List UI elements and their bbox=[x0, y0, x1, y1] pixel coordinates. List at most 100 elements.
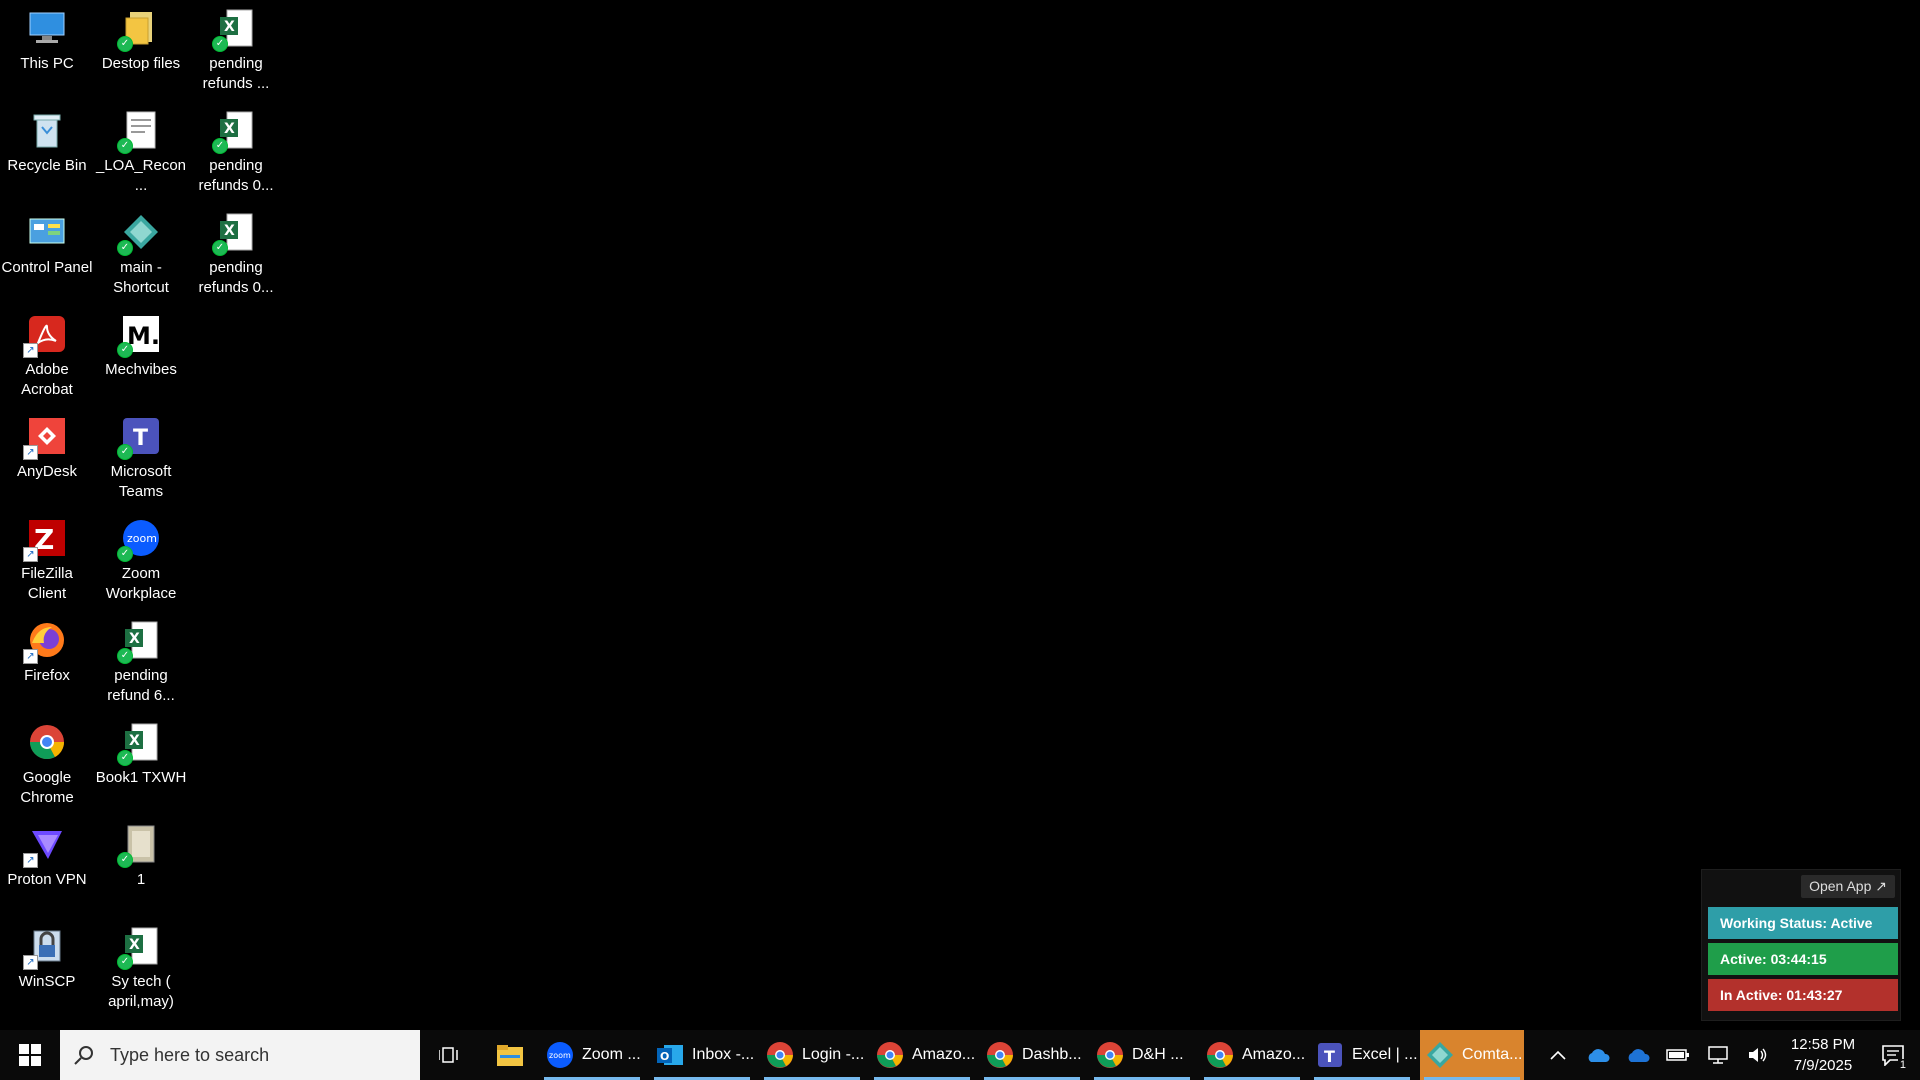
chrome-icon bbox=[986, 1041, 1014, 1069]
desktop-icon-book1-txwh[interactable]: X ✓ Book1 TXWH bbox=[94, 714, 188, 814]
excel-icon: X ✓ bbox=[117, 926, 161, 970]
desktop-icon-firefox[interactable]: ↗ Firefox bbox=[0, 612, 94, 712]
computer-icon bbox=[27, 8, 67, 48]
excel-icon: X ✓ bbox=[212, 110, 256, 154]
chrome-icon bbox=[27, 722, 67, 762]
show-hidden-icons-button[interactable] bbox=[1538, 1030, 1578, 1080]
desktop-icon-recycle-bin[interactable]: Recycle Bin bbox=[0, 102, 94, 202]
sync-check-icon: ✓ bbox=[117, 240, 133, 256]
shortcut-arrow-icon: ↗ bbox=[23, 649, 38, 664]
shortcut-arrow-icon: ↗ bbox=[23, 343, 38, 358]
excel-icon: X ✓ bbox=[212, 212, 256, 256]
sync-check-icon: ✓ bbox=[117, 954, 133, 970]
svg-text:O: O bbox=[660, 1050, 669, 1063]
battery-button[interactable] bbox=[1658, 1030, 1698, 1080]
diamond-app-icon: ✓ bbox=[117, 212, 161, 256]
filezilla-icon: Z ↗ bbox=[23, 518, 67, 562]
desktop-icon-mechvibes[interactable]: M. ✓ Mechvibes bbox=[94, 306, 188, 406]
taskbar-search-box[interactable] bbox=[60, 1030, 420, 1080]
onedrive-cloud-icon bbox=[1628, 1049, 1650, 1062]
desktop-icon-main-shortcut[interactable]: ✓ main - Shortcut bbox=[94, 204, 188, 304]
outlook-icon: O bbox=[656, 1041, 684, 1069]
volume-button[interactable] bbox=[1738, 1030, 1778, 1080]
desktop-icon-anydesk[interactable]: ↗ AnyDesk bbox=[0, 408, 94, 508]
document-icon: ✓ bbox=[117, 110, 161, 154]
shortcut-arrow-icon: ↗ bbox=[23, 445, 38, 460]
taskbar-app-chrome-dh[interactable]: D&H ... bbox=[1090, 1030, 1194, 1080]
desktop-icon-pending-refunds-3[interactable]: X ✓ pending refunds 0... bbox=[189, 204, 283, 304]
desktop-icon-1[interactable]: ✓ 1 bbox=[94, 816, 188, 916]
svg-text:X: X bbox=[224, 223, 235, 239]
task-view-icon bbox=[439, 1047, 458, 1063]
taskbar-app-teams-excel[interactable]: T Excel | ... bbox=[1310, 1030, 1418, 1080]
taskbar-app-outlook[interactable]: O Inbox -... bbox=[650, 1030, 754, 1080]
open-app-button[interactable]: Open App ↗ bbox=[1801, 875, 1895, 898]
search-input[interactable] bbox=[108, 1043, 392, 1067]
desktop-icon-microsoft-teams[interactable]: T ✓ Microsoft Teams bbox=[94, 408, 188, 508]
svg-text:T: T bbox=[1324, 1047, 1335, 1066]
chrome-icon bbox=[1206, 1041, 1234, 1069]
notification-count-badge: 1 bbox=[1897, 1059, 1908, 1071]
sync-check-icon: ✓ bbox=[212, 36, 228, 52]
svg-text:X: X bbox=[224, 121, 235, 137]
sync-check-icon: ✓ bbox=[212, 138, 228, 154]
desktop-icon-filezilla[interactable]: Z ↗ FileZilla Client bbox=[0, 510, 94, 610]
desktop-icon-adobe-acrobat[interactable]: ↗ Adobe Acrobat bbox=[0, 306, 94, 406]
shortcut-arrow-icon: ↗ bbox=[23, 853, 38, 868]
desktop-icon-winscp[interactable]: ↗ WinSCP bbox=[0, 918, 94, 1018]
desktop-icon-destop-files[interactable]: ✓ Destop files bbox=[94, 0, 188, 100]
onedrive-business-button[interactable] bbox=[1618, 1030, 1658, 1080]
time-tracker-widget: Open App ↗ Working Status: Active Active… bbox=[1701, 869, 1901, 1021]
battery-icon bbox=[1666, 1049, 1689, 1061]
windows-logo-icon bbox=[19, 1044, 41, 1066]
svg-text:X: X bbox=[224, 19, 235, 35]
control-panel-icon bbox=[27, 212, 67, 252]
zoom-icon: zoom ✓ bbox=[117, 518, 161, 562]
desktop-icon-google-chrome[interactable]: Google Chrome bbox=[0, 714, 94, 814]
active-time-bar: Active: 03:44:15 bbox=[1708, 943, 1898, 975]
desktop-icon-zoom-workplace[interactable]: zoom ✓ Zoom Workplace bbox=[94, 510, 188, 610]
desktop-icon-sy-tech[interactable]: X ✓ Sy tech ( april,may) bbox=[94, 918, 188, 1018]
svg-text:X: X bbox=[129, 937, 140, 953]
desktop-icon-pending-refunds-1[interactable]: X ✓ pending refunds ... bbox=[189, 0, 283, 100]
desktop-icon-pending-refunds-2[interactable]: X ✓ pending refunds 0... bbox=[189, 102, 283, 202]
network-button[interactable] bbox=[1698, 1030, 1738, 1080]
desktop-icon-pending-refund-6[interactable]: X ✓ pending refund 6... bbox=[94, 612, 188, 712]
network-icon bbox=[1708, 1046, 1728, 1064]
zoom-icon: zoom bbox=[546, 1041, 574, 1069]
task-view-button[interactable] bbox=[420, 1030, 480, 1080]
mechvibes-icon: M. ✓ bbox=[117, 314, 161, 358]
taskbar-app-chrome-amazon-1[interactable]: Amazo... bbox=[870, 1030, 975, 1080]
onedrive-personal-button[interactable] bbox=[1578, 1030, 1618, 1080]
excel-icon: X ✓ bbox=[117, 620, 161, 664]
taskbar-app-zoom[interactable]: zoom Zoom ... bbox=[540, 1030, 644, 1080]
onedrive-cloud-icon bbox=[1588, 1049, 1610, 1062]
search-icon bbox=[74, 1046, 93, 1065]
file-explorer-button[interactable] bbox=[480, 1030, 540, 1080]
desktop-icon-control-panel[interactable]: Control Panel bbox=[0, 204, 94, 304]
taskbar-app-chrome-login[interactable]: Login -... bbox=[760, 1030, 864, 1080]
anydesk-icon: ↗ bbox=[23, 416, 67, 460]
archive-icon: ✓ bbox=[117, 824, 161, 868]
acrobat-icon: ↗ bbox=[23, 314, 67, 358]
chrome-icon bbox=[766, 1041, 794, 1069]
taskbar-clock[interactable]: 12:58 PM 7/9/2025 bbox=[1778, 1030, 1868, 1080]
excel-icon: X ✓ bbox=[212, 8, 256, 52]
action-center-button[interactable]: 1 bbox=[1868, 1030, 1918, 1080]
desktop-icon-loa-recon[interactable]: ✓ _LOA_Recon... bbox=[94, 102, 188, 202]
svg-text:zoom: zoom bbox=[549, 1051, 571, 1060]
chrome-icon bbox=[1096, 1041, 1124, 1069]
taskbar-app-chrome-dashboard[interactable]: Dashb... bbox=[980, 1030, 1084, 1080]
desktop-icon-this-pc[interactable]: This PC bbox=[0, 0, 94, 100]
folder-icon: ✓ bbox=[117, 8, 161, 52]
taskbar-app-comta[interactable]: Comta... bbox=[1420, 1030, 1524, 1080]
desktop-icon-proton-vpn[interactable]: ↗ Proton VPN bbox=[0, 816, 94, 916]
winscp-icon: ↗ bbox=[23, 926, 67, 970]
desktop: This PC Recycle Bin Control Panel ↗ Adob… bbox=[0, 0, 1920, 1030]
sync-check-icon: ✓ bbox=[117, 444, 133, 460]
taskbar-app-chrome-amazon-2[interactable]: Amazo... bbox=[1200, 1030, 1305, 1080]
sync-check-icon: ✓ bbox=[117, 648, 133, 664]
start-button[interactable] bbox=[0, 1030, 60, 1080]
shortcut-arrow-icon: ↗ bbox=[23, 955, 38, 970]
shortcut-arrow-icon: ↗ bbox=[23, 547, 38, 562]
